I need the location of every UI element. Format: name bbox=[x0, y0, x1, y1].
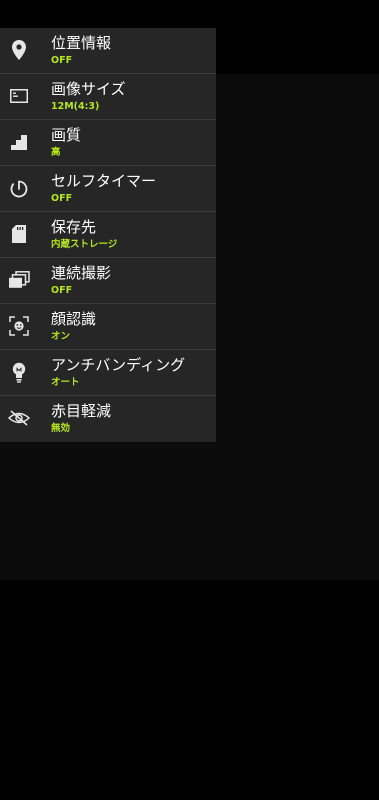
image-quality-icon bbox=[8, 130, 30, 154]
setting-value: 12M(4:3) bbox=[51, 101, 100, 112]
self-timer-icon bbox=[8, 176, 30, 200]
setting-title: 画像サイズ bbox=[51, 80, 126, 98]
setting-title: 赤目軽減 bbox=[51, 402, 112, 420]
setting-value: OFF bbox=[51, 285, 73, 296]
setting-value: OFF bbox=[51, 193, 73, 204]
setting-red-eye-reduction[interactable]: 赤目軽減 無効 bbox=[0, 396, 216, 442]
setting-title: 顔認識 bbox=[51, 310, 97, 328]
setting-title: 保存先 bbox=[51, 218, 97, 236]
sd-card-icon bbox=[8, 222, 30, 246]
setting-image-size[interactable]: 画像サイズ 12M(4:3) bbox=[0, 74, 216, 120]
setting-value: OFF bbox=[51, 55, 73, 66]
red-eye-icon bbox=[8, 406, 30, 430]
setting-value: オン bbox=[51, 331, 71, 342]
setting-image-quality[interactable]: 画質 高 bbox=[0, 120, 216, 166]
setting-storage[interactable]: 保存先 内蔵ストレージ bbox=[0, 212, 216, 258]
image-size-icon bbox=[8, 84, 30, 108]
setting-title: セルフタイマー bbox=[51, 172, 157, 190]
setting-antibanding[interactable]: アンチバンディング オート bbox=[0, 350, 216, 396]
setting-value: 内蔵ストレージ bbox=[51, 239, 118, 250]
setting-title: 画質 bbox=[51, 126, 82, 144]
setting-value: 無効 bbox=[51, 423, 71, 434]
antibanding-bulb-icon bbox=[8, 360, 30, 384]
setting-burst-shot[interactable]: 連続撮影 OFF bbox=[0, 258, 216, 304]
burst-shot-icon bbox=[8, 268, 30, 292]
setting-face-detection[interactable]: 顔認識 オン bbox=[0, 304, 216, 350]
setting-title: アンチバンディング bbox=[51, 356, 186, 374]
setting-location[interactable]: 位置情報 OFF bbox=[0, 28, 216, 74]
setting-title: 連続撮影 bbox=[51, 264, 112, 282]
location-pin-icon bbox=[8, 38, 30, 62]
setting-value: オート bbox=[51, 377, 80, 388]
setting-value: 高 bbox=[51, 147, 61, 158]
setting-title: 位置情報 bbox=[51, 34, 112, 52]
setting-self-timer[interactable]: セルフタイマー OFF bbox=[0, 166, 216, 212]
camera-settings-menu: 位置情報 OFF 画像サイズ 12M(4:3) 画質 高 セルフタイマー OFF… bbox=[0, 28, 216, 442]
face-detection-icon bbox=[8, 314, 30, 338]
